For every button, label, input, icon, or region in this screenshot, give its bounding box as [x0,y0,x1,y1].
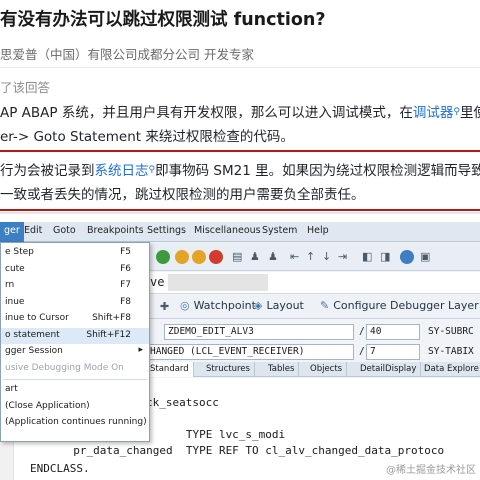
configure-icon: ✎ [320,299,330,312]
menu-item-application-continues[interactable]: (Application continues running) [1,415,149,432]
code-line: ck_seatsocc [146,396,219,409]
find-icon[interactable]: ♟ [250,250,260,263]
tab-tables[interactable]: Tables [264,362,300,377]
menu-item-continue-to-cursor[interactable]: inue to Cursor Shift+F8 [1,311,149,328]
layout-menu-icon[interactable]: ▣ [420,250,430,263]
sy-tabix-label: SY-TABIX [428,346,474,357]
tab-detaildisplay[interactable]: DetailDisplay [356,362,422,377]
column-field[interactable]: 7 [366,344,420,360]
next-page-icon[interactable]: ↓ [322,250,331,263]
menu-miscellaneous[interactable]: Miscellaneous [194,225,261,236]
tab-data-explorer[interactable]: Data Explore [420,362,480,377]
layout-button[interactable]: ◈ Layout [254,299,304,312]
sy-subrc-label: SY-SUBRC [428,326,474,337]
answer-paragraph-1: AP ABAP 系统，并且用户具有开发权限，那么可以进入调试模式，在调试器⚲里使… [0,100,480,149]
menu-separator [3,379,147,380]
breakpoint-icon[interactable]: ✚ [160,300,169,313]
watermark: @稀土掘金技术社区 [386,465,476,476]
cancel-icon[interactable] [209,250,223,264]
column-slash: / [359,346,365,357]
paragraph-2-line-1: 行为会被记录到系统日志⚲即事物码 SM21 里。如果因为绕过权限检测逻辑而导致 [0,163,480,179]
back-icon[interactable] [175,250,189,264]
menu-item-close-application[interactable]: (Close Application) [1,399,149,416]
quote-border-bottom [0,209,480,211]
menu-help[interactable]: Help [307,225,329,236]
author-line: 思爱普（中国）有限公司成都分公司 开发专家 [0,47,254,62]
menu-item-single-step[interactable]: e Step F5 [1,245,149,262]
watchpoint-icon: ◎ [180,299,190,312]
answer-paragraph-2: 行为会被记录到系统日志⚲即事物码 SM21 里。如果因为绕过权限检测逻辑而导致 … [0,158,480,207]
menu-debugger[interactable]: ger [0,222,24,242]
code-line: ENDCLASS. [30,462,90,475]
redacted-area [168,274,268,291]
article-title: 有没有办法可以跳过权限测试 function? [0,10,326,30]
paragraph-1-line-1: AP ABAP 系统，并且用户具有开发权限，那么可以进入调试模式，在调试器⚲里使 [0,105,480,121]
configure-layer-button[interactable]: ✎ Configure Debugger Layer [320,299,479,312]
menu-item-exclusive-debugging: usive Debugging Mode On [5,362,124,373]
menu-breakpoints[interactable]: Breakpoints [87,225,144,236]
watchpoint-button[interactable]: ◎ Watchpoint [180,299,256,312]
shortcut-icon[interactable]: ◨ [380,250,390,263]
paragraph-2-line-2: 一致或者丢失的情况，跳过权限检测的用户需要负全部责任。 [0,187,365,203]
menu-goto[interactable]: Goto [53,225,76,236]
menu-item-goto-statement[interactable]: o statement Shift+F12 [1,327,149,344]
sap-menubar: ger Edit Goto Breakpoints Settings Misce… [0,222,480,242]
system-log-link[interactable]: 系统日志 [95,163,149,179]
last-page-icon[interactable]: ⇥ [338,250,347,263]
divider [0,67,480,68]
new-session-icon[interactable]: ◧ [362,250,372,263]
paragraph-1-line-2: er-> Goto Statement 来绕过权限检查的代码。 [0,129,294,145]
menu-edit[interactable]: Edit [24,225,42,236]
program-field[interactable]: ZDEMO_EDIT_ALV3 [164,324,354,340]
sap-debugger-screenshot: ger Edit Goto Breakpoints Settings Misce… [0,222,480,480]
menu-item-return[interactable]: rn F7 [1,278,149,295]
menu-item-continue[interactable]: inue F8 [1,295,149,312]
shadow-divider [0,212,480,215]
quote-border-top [0,150,480,152]
chevron-right-icon: ▸ [138,345,143,355]
prev-page-icon[interactable]: ↑ [306,250,315,263]
menu-item-restart[interactable]: art [1,382,149,399]
tab-standard[interactable]: Standard [146,362,194,377]
command-input[interactable]: ve [150,275,164,289]
debugger-menu-dropdown: e Step F5 cute F6 rn F7 inue F8 inue to Curs… [0,242,150,442]
help-icon[interactable] [400,250,414,264]
layout-icon: ◈ [254,299,263,312]
debugger-link[interactable]: 调试器 [413,105,454,121]
exit-icon[interactable] [192,250,206,264]
line-slash: / [359,326,365,337]
tab-structures[interactable]: Structures [202,362,255,377]
tab-objects[interactable]: Objects [306,362,348,377]
enter-icon[interactable] [156,250,170,264]
find-next-icon[interactable]: ♟ [268,250,278,263]
menu-settings[interactable]: Settings [147,225,186,236]
code-line: pr_data_changed TYPE REF TO cl_alv_chang… [60,444,445,457]
event-field[interactable]: HANGED (LCL_EVENT_RECEIVER) [146,344,354,360]
line-field[interactable]: 40 [366,324,420,340]
invited-text: 了该回答 [0,80,51,95]
search-icon: ⚲ [453,107,460,117]
menu-item-execute[interactable]: cute F6 [1,262,149,279]
first-page-icon[interactable]: ⇤ [290,250,299,263]
menu-item-debugger-session[interactable]: gger Session ▸ [1,344,149,361]
menu-system[interactable]: System [262,225,297,236]
print-icon[interactable]: ▤ [232,250,242,263]
